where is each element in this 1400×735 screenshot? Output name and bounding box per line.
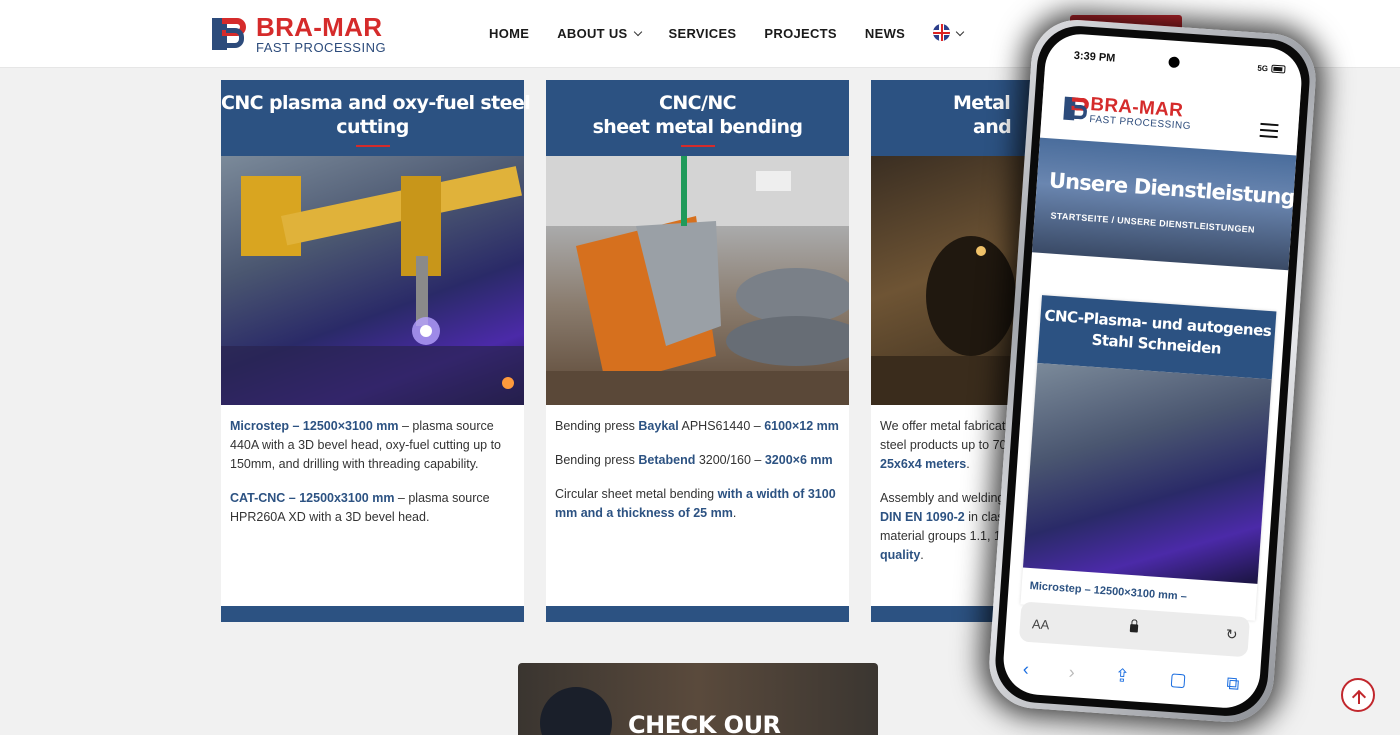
card-paragraph: CAT-CNC – 12500x3100 mm – plasma source … [230,491,490,524]
arrow-up-icon [1358,692,1360,704]
plasma-cutting-photo [221,156,524,405]
lock-icon [1129,624,1139,633]
nav-projects[interactable]: PROJECTS [764,26,836,41]
nav-about-us[interactable]: ABOUT US [557,26,642,41]
nav-home[interactable]: HOME [489,26,529,41]
card-text: Bending press Baykal APHS61440 – 6100×12… [546,405,849,523]
projects-banner-label: CHECK OUR PROJECTS [628,711,781,735]
share-icon[interactable]: ⇪ [1114,665,1130,687]
bookmarks-icon[interactable]: ▢ [1169,668,1187,690]
back-icon[interactable]: ‹ [1022,658,1029,679]
forward-icon[interactable]: › [1068,661,1075,682]
reload-icon[interactable]: ↻ [1225,626,1238,644]
logo-sub: FAST PROCESSING [256,40,387,55]
hamburger-menu-icon[interactable] [1259,122,1279,139]
status-time: 3:39 PM [1073,49,1116,65]
plasma-cutting-photo [1022,362,1272,584]
card-text: Microstep – 12500×3100 mm – plasma sourc… [221,405,524,527]
card-footer-bar [546,606,849,622]
card-paragraph: Circular sheet metal bending with a widt… [555,487,836,520]
card-paragraph: Bending press Betabend 3200/160 – 3200×6… [555,453,833,467]
phone-screen: 3:39 PM 5G BRA-MAR FAST PROCESSING Unser… [1001,31,1304,711]
site-logo[interactable]: BRA-MAR FAST PROCESSING [212,14,386,54]
network-indicator: 5G [1257,63,1269,74]
plasma-machine-illustration [221,166,524,405]
logo-mark-icon [1063,95,1090,121]
check-projects-banner[interactable]: CHECK OUR PROJECTS [518,663,878,735]
service-card-plasma: CNC plasma and oxy-fuel steel cutting Mi… [221,80,531,622]
phone-mockup: 3:39 PM 5G BRA-MAR FAST PROCESSING Unser… [986,16,1319,726]
scroll-to-top-button[interactable] [1341,678,1375,712]
chevron-down-icon [633,27,642,37]
text-size-button[interactable]: AA [1032,616,1050,632]
hero-title: Unsere Dienstleistungen [1048,168,1304,212]
logo-mark-icon [212,16,248,52]
breadcrumb: STARTSEITE / UNSERE DIENSTLEISTUNGEN [1050,210,1256,235]
mobile-logo[interactable]: BRA-MAR FAST PROCESSING [1063,93,1193,132]
nav-about-label: ABOUT US [557,26,628,41]
tabs-icon[interactable]: ⧉ [1226,672,1240,694]
battery-icon [1271,64,1286,74]
logo-name: BRA-MAR [256,12,383,42]
service-card-bending: CNC/NC sheet metal bending Bending press… [546,80,849,622]
mobile-service-card: CNC-Plasma- und autogenes Stahl Schneide… [1020,295,1277,621]
title-underline [355,145,390,147]
card-paragraph: Bending press Baykal APHS61440 – 6100×12… [555,419,839,433]
uk-flag-icon [933,24,951,41]
card-title: CNC plasma and oxy-fuel steel cutting [221,80,531,156]
chevron-down-icon [955,27,965,37]
nav-news[interactable]: NEWS [865,26,905,41]
card-title: CNC/NC sheet metal bending [546,80,849,156]
main-nav: HOME ABOUT US SERVICES PROJECTS NEWS [489,24,991,41]
card-footer-bar [221,606,524,622]
logo-badge-icon [540,687,612,735]
nav-services[interactable]: SERVICES [669,26,737,41]
bending-machine-illustration [546,156,849,405]
bending-photo [546,156,849,405]
language-switcher[interactable] [933,24,965,41]
title-underline [680,145,715,147]
camera-icon [1168,56,1180,69]
card-paragraph: Microstep – 12500×3100 mm – plasma sourc… [230,419,502,471]
mobile-hero: Unsere Dienstleistungen STARTSEITE / UNS… [1031,137,1304,271]
